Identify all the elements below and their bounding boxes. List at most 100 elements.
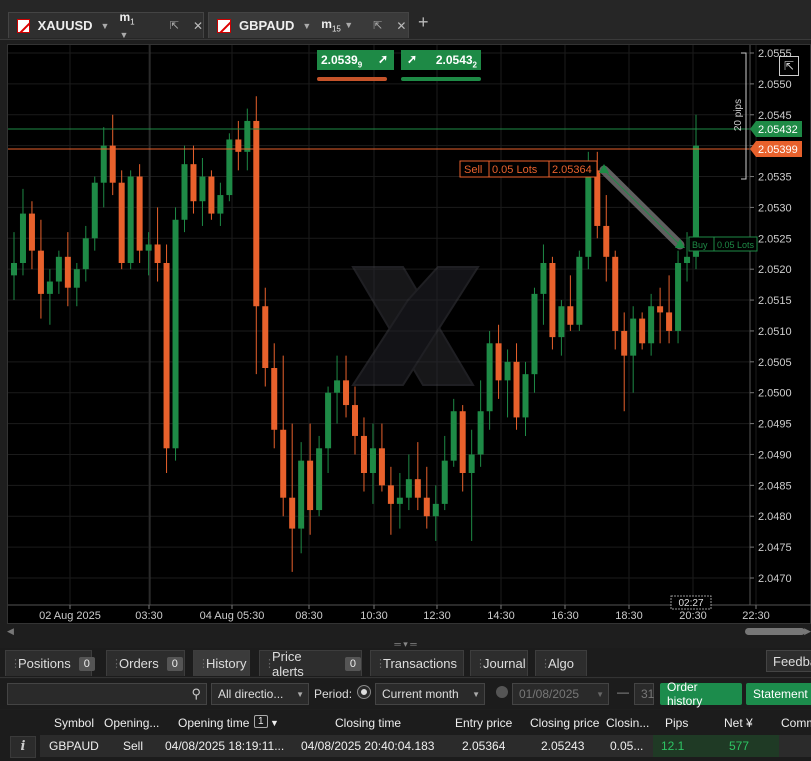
candle-body [127, 176, 134, 263]
period-select[interactable]: Current month ▼ [375, 683, 485, 705]
candle-body [244, 120, 251, 152]
popout-icon[interactable]: ⇱ [373, 19, 382, 32]
candle-body [118, 182, 125, 263]
scroll-right-icon[interactable]: ▶ [804, 626, 811, 637]
scroll-thumb[interactable] [745, 628, 805, 635]
statement-button[interactable]: Statement [746, 683, 811, 705]
chart-tab-bar: XAUUSD ▼ m1 ▼ ⇱ ✕ GBPAUD ▼ m15 ▼ ⇱ ✕ + [0, 0, 811, 40]
tab-xauusd[interactable]: XAUUSD ▼ m1 ▼ ⇱ ✕ [8, 10, 204, 40]
price-chart[interactable]: 20 pips 2.05552.05502.05452.05402.05352.… [7, 44, 811, 624]
search-input[interactable] [14, 686, 184, 702]
col-commission[interactable]: Comm [781, 716, 811, 730]
date-to-field[interactable]: 31 [634, 683, 654, 705]
chart-scrollbar[interactable]: ◀ ▶ [7, 625, 811, 639]
candle-body [504, 361, 511, 381]
y-tick-label: 2.0515 [758, 295, 792, 307]
candle-body [522, 374, 529, 418]
tab-positions[interactable]: Positions0 [5, 650, 95, 676]
y-tick-label: 2.0480 [758, 511, 792, 523]
search-icon[interactable]: ⚲ [191, 686, 201, 702]
candle-body [369, 448, 376, 473]
x-tick-label: 02 Aug 2025 [39, 610, 101, 622]
add-tab-button[interactable]: + [418, 12, 429, 33]
candle-body [100, 145, 107, 183]
candlestick-chart[interactable]: 20 pips 2.05552.05502.05452.05402.05352.… [8, 45, 811, 625]
candle-body [145, 244, 152, 251]
tab-transactions[interactable]: Transactions [370, 650, 464, 676]
ask-price: 2.05432 [758, 124, 798, 136]
bottom-tabs: Positions0 Orders0 History Price alerts0… [0, 648, 811, 679]
col-closing-volume[interactable]: Closin... [606, 716, 651, 730]
popout-icon[interactable]: ⇱ [170, 19, 179, 32]
arrow-up-right-icon: ➚ [377, 52, 388, 66]
candle-body [576, 256, 583, 325]
feedback-button[interactable]: Feedback [766, 650, 811, 672]
candle-body [172, 219, 179, 449]
cell-closing-price: 2.05243 [541, 739, 585, 753]
date-dash: — [617, 685, 629, 699]
chevron-down-icon[interactable]: ▼ [101, 21, 110, 31]
sell-quote-button[interactable]: 2.05399 ➚ [317, 50, 394, 70]
order-history-button[interactable]: Order history [660, 680, 742, 708]
count-badge: 0 [78, 656, 95, 671]
buy-trade-label: Buy 0.05 Lots [688, 236, 758, 252]
tab-journal[interactable]: Journal [470, 650, 528, 676]
candle-body [226, 139, 233, 196]
radio-icon[interactable] [358, 686, 370, 698]
table-row[interactable]: GBPAUD Sell 04/08/2025 18:19:11... 04/08… [40, 735, 811, 757]
candle-body [11, 263, 17, 276]
col-closing-time[interactable]: Closing time [335, 716, 401, 730]
col-net[interactable]: Net ¥ [724, 716, 753, 730]
time-axis: 02 Aug 2025 03:30 04 Aug 05:30 08:30 10:30 12… [39, 605, 770, 622]
chevron-down-icon[interactable]: ▼ [302, 21, 311, 31]
sort-desc-icon[interactable]: ▼ [270, 718, 279, 728]
close-icon[interactable]: ✕ [396, 19, 406, 33]
watermark-logo [351, 266, 480, 386]
history-filters: ⚲ All directio... ▼ Period: Current month… [0, 679, 811, 709]
timeframe-selector[interactable]: m1 ▼ [119, 10, 143, 40]
candle-body [378, 448, 385, 486]
direction-select[interactable]: All directio... ▼ [211, 683, 309, 705]
candle-body [136, 176, 143, 251]
x-tick-label: 18:30 [615, 610, 643, 622]
table-header: Symbol Opening... Opening time 1 ▼ Closi… [40, 712, 811, 734]
tab-gbpaud[interactable]: GBPAUD ▼ m15 ▼ ⇱ ✕ [208, 12, 409, 38]
col-closing-price[interactable]: Closing price [530, 716, 599, 730]
chevron-down-icon: ▼ [296, 689, 304, 699]
candle-body [477, 411, 484, 455]
info-icon[interactable]: i [10, 736, 36, 758]
candle-body [181, 164, 188, 220]
candle-body [531, 293, 538, 375]
tab-history[interactable]: History [193, 650, 250, 676]
candle-body [684, 256, 691, 263]
candle-body [675, 263, 682, 331]
col-opening-time[interactable]: Opening time [178, 716, 249, 730]
candle-body [657, 306, 664, 313]
col-opening-direction[interactable]: Opening... [104, 716, 164, 730]
tab-algo[interactable]: Algo [535, 650, 587, 676]
col-pips[interactable]: Pips [665, 716, 688, 730]
sell-price: 2.05364 [552, 164, 592, 176]
panel-splitter[interactable]: ═ ▾ ═ [0, 640, 811, 649]
y-tick-label: 2.0500 [758, 388, 792, 400]
chevron-down-icon: ▼ [596, 689, 604, 699]
search-field[interactable]: ⚲ [7, 683, 207, 705]
candle-body [549, 263, 556, 338]
radio-icon[interactable] [496, 686, 508, 698]
candle-body [163, 263, 170, 449]
candle-body [360, 435, 367, 473]
scroll-left-icon[interactable]: ◀ [7, 626, 14, 637]
candle-countdown: 02:27 [670, 595, 712, 610]
x-tick-label: 03:30 [135, 610, 163, 622]
candle-body [325, 392, 332, 449]
date-from-field[interactable]: 01/08/2025 ▼ [512, 683, 609, 705]
close-icon[interactable]: ✕ [193, 19, 203, 33]
popout-chart-icon[interactable]: ⇱ [779, 56, 799, 76]
timeframe-selector[interactable]: m15 ▼ [321, 17, 353, 33]
col-symbol[interactable]: Symbol [54, 716, 94, 730]
col-entry-price[interactable]: Entry price [455, 716, 512, 730]
tab-orders[interactable]: Orders0 [106, 650, 185, 676]
buy-quote-button[interactable]: ➚ 2.05432 [401, 50, 481, 70]
tab-price-alerts[interactable]: Price alerts0 [259, 649, 362, 679]
cell-opening-time: 04/08/2025 18:19:11... [165, 739, 285, 753]
